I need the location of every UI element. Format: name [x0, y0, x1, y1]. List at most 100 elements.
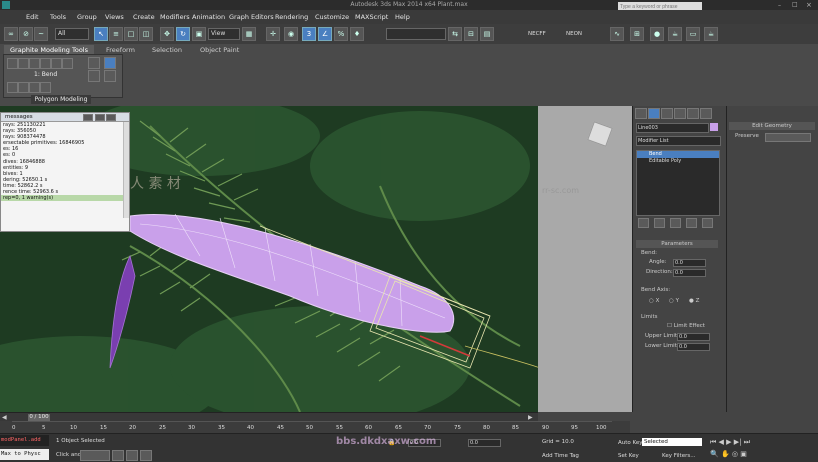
show-end-result-icon[interactable] [18, 82, 29, 93]
configure-sets-icon[interactable] [702, 218, 713, 228]
menu-edit[interactable]: Edit [26, 13, 39, 21]
link-icon[interactable]: ∞ [4, 27, 18, 41]
time-slider-frame[interactable]: 0 / 100 [28, 414, 50, 421]
motion-tab-icon[interactable] [674, 108, 686, 119]
polygon-modeling-label[interactable]: Polygon Modeling [31, 95, 91, 104]
menu-maxscript[interactable]: MAXScript [355, 13, 388, 21]
track-bar[interactable]: 0 5 10 15 20 25 30 35 40 45 50 55 60 65 … [0, 421, 630, 433]
minimize-icon[interactable]: – [778, 2, 781, 9]
reference-coordinate-dropdown[interactable]: View [208, 28, 240, 40]
remove-modifier-icon[interactable] [686, 218, 697, 228]
viewport-gray-area[interactable]: rr-sc.com [538, 106, 632, 412]
keyboard-shortcut-icon[interactable]: ◉ [284, 27, 298, 41]
axis-z-radio[interactable]: ● Z [689, 298, 699, 304]
axis-y-radio[interactable]: ○ Y [669, 298, 679, 304]
scale-icon[interactable]: ▣ [192, 27, 206, 41]
select-manipulate-icon[interactable]: ✛ [266, 27, 280, 41]
next-key-icon[interactable]: ▶| [734, 438, 742, 446]
layer-manager-icon[interactable]: ▤ [480, 27, 494, 41]
display-tab-icon[interactable] [687, 108, 699, 119]
make-unique-icon[interactable] [29, 82, 40, 93]
minimize-msg-icon[interactable] [83, 114, 93, 121]
hierarchy-tab-icon[interactable] [661, 108, 673, 119]
border-mode-icon[interactable] [40, 58, 51, 69]
menu-create[interactable]: Create [133, 13, 155, 21]
maximize-msg-icon[interactable] [94, 114, 105, 121]
grow-selection-icon[interactable] [88, 57, 100, 69]
maxscript-listener-line2[interactable]: Max to Physc [0, 449, 49, 460]
menu-group[interactable]: Group [77, 13, 97, 21]
modifier-stack-item[interactable]: 1: Bend [34, 71, 57, 78]
key-filters-button[interactable]: Key Filters... [662, 453, 695, 459]
utilities-tab-icon[interactable] [700, 108, 712, 119]
orbit-icon[interactable]: ◎ [732, 450, 738, 458]
tab-object-paint[interactable]: Object Paint [194, 45, 245, 55]
angle-snap-icon[interactable]: ∠ [318, 27, 332, 41]
selection-filter-dropdown[interactable]: All [55, 28, 89, 40]
messages-window[interactable]: messages rays: 251130221 rays: 356050 ra… [0, 112, 130, 232]
app-logo-icon[interactable] [2, 1, 10, 9]
select-object-icon[interactable]: ↖ [94, 27, 108, 41]
create-tab-icon[interactable] [635, 108, 647, 119]
maxscript-listener-line1[interactable]: modPanel.add [0, 435, 49, 446]
go-to-start-icon[interactable]: ⏮ [710, 438, 716, 446]
rendered-frame-icon[interactable]: ▭ [686, 27, 700, 41]
add-time-tag[interactable]: Add Time Tag [542, 453, 579, 459]
named-selection-dropdown[interactable] [386, 28, 446, 40]
modifier-list-dropdown[interactable]: Modifier List [636, 136, 721, 146]
limit-effect-checkbox[interactable]: ☐ Limit Effect [667, 323, 705, 329]
bind-space-warp-icon[interactable]: ~ [34, 27, 48, 41]
menu-help[interactable]: Help [395, 13, 410, 21]
message-scrollbar[interactable] [123, 122, 129, 218]
edit-geometry-title[interactable]: Edit Geometry [729, 122, 815, 130]
angle-spinner[interactable]: 0.0 [673, 259, 706, 267]
named-set-label-b[interactable]: NEON [566, 31, 582, 37]
maximize-icon[interactable]: □ [792, 1, 798, 8]
parameters-rollout-title[interactable]: Parameters [636, 240, 718, 248]
schematic-view-icon[interactable]: ⊞ [630, 27, 644, 41]
align-icon[interactable]: ⊟ [464, 27, 478, 41]
select-by-name-icon[interactable]: ≡ [109, 27, 123, 41]
material-editor-icon[interactable]: ● [650, 27, 664, 41]
tab-selection[interactable]: Selection [146, 45, 188, 55]
menu-modifiers[interactable]: Modifiers [160, 13, 190, 21]
lower-limit-spinner[interactable]: 0.0 [677, 343, 710, 351]
direction-spinner[interactable]: 0.0 [673, 269, 706, 277]
previous-frame-icon[interactable]: ◀ [719, 438, 724, 446]
object-color-swatch[interactable] [710, 123, 718, 131]
mirror-icon[interactable]: ⇆ [448, 27, 462, 41]
zoom-icon[interactable]: 🔍 [710, 450, 719, 458]
unlink-icon[interactable]: ⊘ [19, 27, 33, 41]
move-icon[interactable]: ✥ [160, 27, 174, 41]
close-icon[interactable]: × [806, 1, 812, 9]
stack-item-bend[interactable]: Bend [637, 151, 719, 158]
prev-frame-icon[interactable]: ◀ [2, 414, 7, 421]
curve-editor-icon[interactable]: ∿ [610, 27, 624, 41]
go-to-end-icon[interactable]: ⏭ [744, 438, 750, 446]
menu-graph-editors[interactable]: Graph Editors [229, 13, 274, 21]
pan-icon[interactable]: ✋ [721, 450, 730, 458]
window-crossing-icon[interactable]: ◫ [139, 27, 153, 41]
auto-key-label[interactable]: Auto Key [618, 440, 643, 446]
rectangular-selection-icon[interactable]: □ [124, 27, 138, 41]
loop-selection-icon[interactable] [104, 70, 116, 82]
edit-mode-icon[interactable] [7, 58, 18, 69]
taskbar-button-4[interactable] [140, 450, 152, 461]
menu-views[interactable]: Views [105, 13, 124, 21]
menu-rendering[interactable]: Rendering [275, 13, 308, 21]
menu-animation[interactable]: Animation [192, 13, 225, 21]
collapse-stack-icon[interactable] [7, 82, 18, 93]
make-unique-icon[interactable] [670, 218, 681, 228]
render-setup-icon[interactable]: ☕ [668, 27, 682, 41]
upper-limit-spinner[interactable]: 0.0 [677, 333, 710, 341]
menu-tools[interactable]: Tools [50, 13, 66, 21]
next-frame-icon[interactable]: ▶ [528, 414, 533, 421]
remove-modifier-icon[interactable] [40, 82, 51, 93]
y-coordinate-field[interactable]: 0.0 [468, 439, 501, 447]
edge-mode-icon[interactable] [29, 58, 40, 69]
preserve-settings-button[interactable] [765, 133, 811, 142]
percent-snap-icon[interactable]: % [334, 27, 348, 41]
element-mode-icon[interactable] [62, 58, 73, 69]
named-set-label-a[interactable]: NECFF [528, 31, 546, 37]
taskbar-button-3[interactable] [126, 450, 138, 461]
